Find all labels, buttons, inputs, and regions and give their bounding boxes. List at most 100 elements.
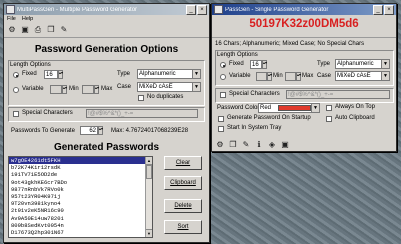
- multipassgen-window: MultiPassGen - Multiple Password Generat…: [3, 3, 210, 243]
- special-chars-input[interactable]: !@#$%^&*()_+-=: [86, 109, 198, 118]
- passwords-to-generate-spinner[interactable]: ▴▾: [98, 126, 103, 135]
- info-icon[interactable]: ℹ: [254, 140, 264, 150]
- min-label: Min: [273, 73, 283, 79]
- list-item[interactable]: Av9A50E14uw7820i: [9, 215, 152, 222]
- list-item[interactable]: b72K74Kir12rsdK: [9, 164, 152, 171]
- always-on-top-label: Always On Top: [335, 104, 375, 110]
- max-length-spinner[interactable]: ▴▾: [94, 85, 99, 94]
- gear-icon[interactable]: ⚙: [7, 25, 17, 35]
- type-select[interactable]: Alphanumeric ▼: [335, 59, 390, 69]
- menu-file[interactable]: File: [7, 16, 16, 22]
- scroll-down-icon[interactable]: ▼: [146, 229, 152, 237]
- clear-button[interactable]: Clear: [164, 156, 202, 170]
- close-button[interactable]: ×: [384, 4, 394, 15]
- variable-radio[interactable]: [13, 87, 19, 93]
- list-item[interactable]: 9ot43gkhKE6cr7BDo: [9, 179, 152, 186]
- password-color-select[interactable]: Red ▼: [258, 103, 320, 113]
- min-length-spinner[interactable]: ▴▾: [267, 72, 272, 81]
- list-item[interactable]: 809b8SedKvt0054n: [9, 222, 152, 229]
- type-select[interactable]: Alphanumeric ▼: [137, 69, 201, 79]
- fixed-radio[interactable]: [13, 72, 19, 78]
- fixed-length-input[interactable]: 16: [44, 70, 58, 79]
- generate-on-startup-label: Generate Password On Startup: [227, 115, 311, 121]
- fixed-length-spinner[interactable]: ▴▾: [58, 70, 63, 79]
- list-item[interactable]: D17673Q2hp301N67: [9, 229, 152, 236]
- list-item[interactable]: 2t91v2eK5NR16c90: [9, 207, 152, 214]
- gear-icon[interactable]: ⚙: [215, 140, 225, 150]
- copy-icon[interactable]: ❐: [228, 140, 238, 150]
- list-item[interactable]: 9T20vn3981kyno4: [9, 200, 152, 207]
- max-label: Max: [101, 86, 113, 92]
- case-value: MiXeD cAsE: [139, 84, 173, 90]
- password-color-value: Red: [260, 105, 272, 111]
- special-chars-input[interactable]: !@#$%^&*()_+-=: [286, 90, 390, 99]
- max-combinations-text: Max: 4.76724017068239E28: [111, 128, 189, 134]
- fixed-radio[interactable]: [220, 62, 226, 68]
- close-button[interactable]: ×: [197, 4, 207, 15]
- generated-passwords-list[interactable]: w7gOE4261dt5FKH b72K74Kir12rsdK 191TV71E…: [8, 156, 153, 238]
- case-select[interactable]: MiXeD cAsE ▼: [137, 82, 201, 92]
- max-length-input[interactable]: [285, 72, 296, 81]
- save-icon[interactable]: ▣: [280, 140, 290, 150]
- min-length-input[interactable]: [50, 85, 62, 94]
- variable-label: Variable: [229, 73, 251, 79]
- special-chars-checkbox[interactable]: [220, 92, 226, 98]
- clipboard-button[interactable]: Clipboard: [164, 176, 202, 190]
- chevron-down-icon: ▼: [381, 60, 389, 68]
- min-length-input[interactable]: [256, 72, 267, 81]
- title-bar[interactable]: PassGen - Single Password Generator _ ×: [212, 4, 396, 15]
- special-chars-checkbox[interactable]: [13, 111, 19, 117]
- window-title: MultiPassGen - Multiple Password Generat…: [17, 6, 138, 13]
- tools-icon[interactable]: ✎: [59, 25, 69, 35]
- auto-clipboard-checkbox[interactable]: [326, 116, 332, 122]
- max-label: Max: [302, 73, 314, 79]
- case-value: MiXeD cAsE: [337, 73, 371, 79]
- chevron-down-icon: ▼: [192, 70, 200, 78]
- print-icon[interactable]: ⎙: [33, 25, 43, 35]
- app-icon: [6, 5, 15, 14]
- variable-radio[interactable]: [220, 74, 226, 80]
- palette-icon[interactable]: ◈: [267, 140, 277, 150]
- fixed-length-input[interactable]: 16: [250, 60, 262, 69]
- variable-label: Variable: [22, 86, 44, 92]
- chevron-down-icon: ▼: [192, 83, 200, 91]
- minimize-button[interactable]: _: [373, 4, 383, 15]
- case-select[interactable]: MiXeD cAsE ▼: [335, 71, 390, 81]
- passwords-to-generate-input[interactable]: 62: [80, 126, 98, 135]
- title-bar[interactable]: MultiPassGen - Multiple Password Generat…: [4, 4, 209, 15]
- start-in-tray-label: Start In System Tray: [227, 125, 282, 131]
- list-item[interactable]: 9877nRnbVk7RVo0k: [9, 186, 152, 193]
- min-length-spinner[interactable]: ▴▾: [62, 85, 67, 94]
- case-label: Case: [317, 73, 332, 79]
- save-icon[interactable]: ▣: [20, 25, 30, 35]
- list-item[interactable]: 957t23YR04K971j: [9, 193, 152, 200]
- list-scrollbar[interactable]: ▲ ▼: [145, 157, 152, 237]
- divider: [212, 37, 396, 38]
- length-options-label: Length Options: [10, 62, 51, 68]
- menu-bar: File Help: [4, 15, 209, 23]
- max-length-input[interactable]: [82, 85, 94, 94]
- start-in-tray-checkbox[interactable]: [218, 126, 224, 132]
- toolbar: ⚙ ❐ ✎ ℹ ◈ ▣: [212, 139, 396, 151]
- type-value: Alphanumeric: [337, 61, 374, 67]
- max-length-spinner[interactable]: ▴▾: [296, 72, 301, 81]
- no-duplicates-checkbox[interactable]: [138, 95, 144, 101]
- scroll-thumb[interactable]: [146, 165, 152, 179]
- delete-button[interactable]: Delete: [164, 199, 202, 213]
- list-item[interactable]: 191TV71E5OD2de: [9, 171, 152, 178]
- copy-icon[interactable]: ❐: [46, 25, 56, 35]
- menu-help[interactable]: Help: [22, 16, 33, 22]
- minimize-button[interactable]: _: [186, 4, 196, 15]
- sort-button[interactable]: Sort: [164, 220, 202, 234]
- fixed-length-spinner[interactable]: ▴▾: [262, 60, 267, 69]
- case-label: Case: [117, 84, 132, 90]
- tools-icon[interactable]: ✎: [241, 140, 251, 150]
- scroll-up-icon[interactable]: ▲: [146, 157, 152, 165]
- toolbar: ⚙ ▣ ⎙ ❐ ✎: [4, 23, 209, 38]
- generate-on-startup-checkbox[interactable]: [218, 116, 224, 122]
- special-chars-label: Special Characters: [229, 91, 280, 97]
- always-on-top-checkbox[interactable]: [326, 105, 332, 111]
- list-item[interactable]: w7gOE4261dt5FKH: [9, 157, 152, 165]
- generated-password[interactable]: 50197K32z00DM5d6: [212, 18, 396, 30]
- generated-passwords-heading: Generated Passwords: [53, 142, 160, 153]
